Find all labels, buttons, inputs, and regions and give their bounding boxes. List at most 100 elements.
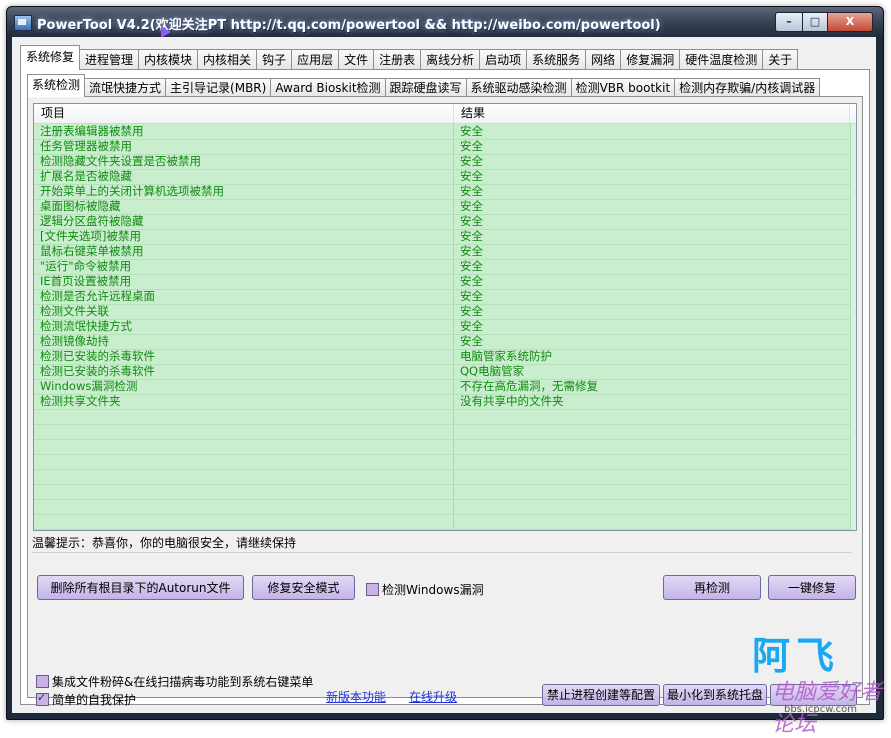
- main-tab[interactable]: 注册表: [373, 49, 422, 70]
- main-tab[interactable]: 网络: [585, 49, 622, 70]
- table-row[interactable]: [34, 499, 856, 515]
- integrate-context-menu-checkbox[interactable]: 集成文件粉碎&在线扫描病毒功能到系统右键菜单: [36, 673, 313, 690]
- one-click-fix-button[interactable]: 一键修复: [768, 575, 856, 600]
- result-cell: 安全: [460, 229, 483, 243]
- result-cell: 安全: [460, 304, 483, 318]
- app-window: PowerTool V4.2(欢迎关注PT http://t.qq.com/po…: [6, 6, 884, 720]
- self-protect-checkbox[interactable]: 简单的自我保护: [36, 691, 136, 708]
- close-button[interactable]: X: [827, 12, 873, 32]
- table-row[interactable]: 检测镜像劫持 安全: [34, 334, 856, 350]
- item-cell: 逻辑分区盘符被隐藏: [40, 214, 144, 228]
- minimize-button[interactable]: –: [775, 12, 803, 32]
- table-row[interactable]: [34, 439, 856, 455]
- sub-tab[interactable]: 主引导记录(MBR): [165, 78, 272, 97]
- main-tab-panel: 系统检测 流氓快捷方式 主引导记录(MBR) Award Bioskit检测 跟踪硬盘读…: [20, 69, 870, 705]
- result-cell: 安全: [460, 244, 483, 258]
- recheck-button[interactable]: 再检测: [663, 575, 761, 600]
- title-bar[interactable]: PowerTool V4.2(欢迎关注PT http://t.qq.com/po…: [7, 7, 883, 38]
- sub-tab[interactable]: 检测VBR bootkit: [570, 78, 676, 97]
- sub-tab[interactable]: 跟踪硬盘读写: [384, 78, 467, 97]
- tip-text: 温馨提示：恭喜你，你的电脑很安全，请继续保持: [32, 534, 852, 553]
- checkbox-box[interactable]: [366, 583, 379, 596]
- list-body: 注册表编辑器被禁用 安全 任务管理器被禁用 安全 检测隐藏文件夹设置是否被禁用 安全 扩展名…: [34, 124, 856, 530]
- sub-tab[interactable]: 检测内存欺骗/内核调试器: [674, 78, 821, 97]
- main-tab[interactable]: 离线分析: [420, 49, 481, 70]
- item-cell: IE首页设置被禁用: [40, 274, 132, 288]
- table-row[interactable]: 检测是否允许远程桌面 安全: [34, 289, 856, 305]
- result-cell: 安全: [460, 169, 483, 183]
- main-tab[interactable]: 内核相关: [197, 49, 258, 70]
- table-row[interactable]: 检测已安装的杀毒软件 QQ电脑管家: [34, 364, 856, 380]
- table-row[interactable]: 检测共享文件夹 没有共享中的文件夹: [34, 394, 856, 410]
- table-row[interactable]: [34, 469, 856, 485]
- main-tab[interactable]: 硬件温度检测: [679, 49, 764, 70]
- item-cell: "运行"命令被禁用: [40, 259, 132, 273]
- item-cell: Windows漏洞检测: [40, 379, 138, 393]
- result-cell: 安全: [460, 124, 483, 138]
- result-cell: 安全: [460, 289, 483, 303]
- main-tab[interactable]: 应用层: [291, 49, 340, 70]
- results-list[interactable]: 项目 结果 注册表编辑器被禁用 安全 任务管理器被禁用 安全 检测隐藏文件夹设置是否被禁…: [33, 103, 857, 531]
- column-header-result[interactable]: 结果: [454, 104, 850, 123]
- item-cell: 桌面图标被隐藏: [40, 199, 121, 213]
- table-row[interactable]: 扩展名是否被隐藏 安全: [34, 169, 856, 185]
- checkbox-label: 检测Windows漏洞: [382, 583, 484, 597]
- sub-tab[interactable]: 系统驱动感染检测: [465, 78, 572, 97]
- main-tab[interactable]: 钩子: [256, 49, 293, 70]
- table-row[interactable]: 检测隐藏文件夹设置是否被禁用 安全: [34, 154, 856, 170]
- online-upgrade-link[interactable]: 在线升级: [409, 688, 457, 705]
- main-tab[interactable]: 修复漏洞: [620, 49, 681, 70]
- column-header-item[interactable]: 项目: [34, 104, 454, 123]
- table-row[interactable]: Windows漏洞检测 不存在高危漏洞，无需修复: [34, 379, 856, 395]
- maximize-button[interactable]: □: [802, 12, 828, 32]
- fix-safe-mode-button[interactable]: 修复安全模式: [252, 575, 355, 600]
- checkbox-box[interactable]: [36, 691, 49, 706]
- list-right-strip: [850, 124, 856, 530]
- main-tab-bar: 系统修复 进程管理 内核模块 内核相关 钩子 应用层 文件 注册表 离线分析 启动项 系统服务 网络修…: [20, 45, 799, 70]
- item-cell: 扩展名是否被隐藏: [40, 169, 132, 183]
- table-row[interactable]: [34, 409, 856, 425]
- table-row[interactable]: 检测流氓快捷方式 安全: [34, 319, 856, 335]
- watermark-url: bbs.icpcw.com: [784, 704, 858, 715]
- sub-tab[interactable]: 系统检测: [27, 74, 86, 97]
- minimize-to-tray-button[interactable]: 最小化到系统托盘: [663, 684, 767, 706]
- new-features-link[interactable]: 新版本功能: [326, 688, 386, 705]
- main-tab[interactable]: 文件: [338, 49, 375, 70]
- result-cell: 不存在高危漏洞，无需修复: [460, 379, 598, 393]
- table-row[interactable]: 鼠标右键菜单被禁用 安全: [34, 244, 856, 260]
- delete-autorun-button[interactable]: 删除所有根目录下的Autorun文件: [37, 575, 244, 600]
- item-cell: 检测文件关联: [40, 304, 109, 318]
- check-windows-vuln-checkbox[interactable]: 检测Windows漏洞: [366, 581, 484, 598]
- main-tab[interactable]: 系统服务: [526, 49, 587, 70]
- result-cell: 安全: [460, 214, 483, 228]
- table-row[interactable]: [34, 484, 856, 500]
- table-row[interactable]: 任务管理器被禁用 安全: [34, 139, 856, 155]
- table-row[interactable]: IE首页设置被禁用 安全: [34, 274, 856, 290]
- item-cell: 检测已安装的杀毒软件: [40, 349, 155, 363]
- table-row[interactable]: [34, 514, 856, 530]
- main-tab[interactable]: 启动项: [479, 49, 528, 70]
- table-row[interactable]: "运行"命令被禁用 安全: [34, 259, 856, 275]
- main-tab[interactable]: 内核模块: [138, 49, 199, 70]
- result-cell: 没有共享中的文件夹: [460, 394, 564, 408]
- main-tab[interactable]: 关于: [762, 49, 799, 70]
- table-row[interactable]: 桌面图标被隐藏 安全: [34, 199, 856, 215]
- table-row[interactable]: 检测文件关联 安全: [34, 304, 856, 320]
- main-tab[interactable]: 进程管理: [79, 49, 140, 70]
- checkbox-box[interactable]: [36, 675, 49, 688]
- table-row[interactable]: [34, 454, 856, 470]
- main-tab[interactable]: 系统修复: [20, 45, 81, 70]
- result-cell: 电脑管家系统防护: [460, 349, 552, 363]
- table-row[interactable]: 开始菜单上的关闭计算机选项被禁用 安全: [34, 184, 856, 200]
- forbid-process-button[interactable]: 禁止进程创建等配置: [542, 684, 660, 706]
- table-row[interactable]: [文件夹选项]被禁用 安全: [34, 229, 856, 245]
- client-area: 系统修复 进程管理 内核模块 内核相关 钩子 应用层 文件 注册表 离线分析 启动项 系统服务 网络修…: [12, 37, 876, 713]
- list-header: 项目 结果: [34, 104, 856, 124]
- sub-tab[interactable]: 流氓快捷方式: [84, 78, 167, 97]
- table-row[interactable]: [34, 424, 856, 440]
- table-row[interactable]: 检测已安装的杀毒软件 电脑管家系统防护: [34, 349, 856, 365]
- table-row[interactable]: 逻辑分区盘符被隐藏 安全: [34, 214, 856, 230]
- table-row[interactable]: 注册表编辑器被禁用 安全: [34, 124, 856, 140]
- sub-tab[interactable]: Award Bioskit检测: [270, 78, 386, 97]
- sub-tab-bar: 系统检测 流氓快捷方式 主引导记录(MBR) Award Bioskit检测 跟踪硬盘读…: [27, 74, 821, 97]
